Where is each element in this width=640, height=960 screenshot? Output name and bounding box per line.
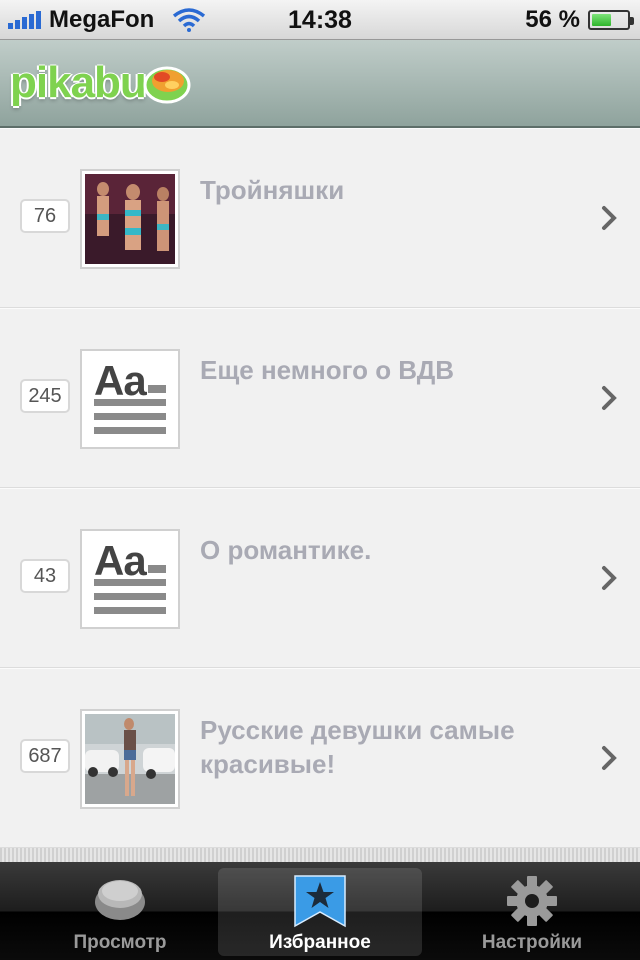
thumbnail-photo [80, 169, 180, 269]
favorites-list[interactable]: 76 Тройняшки 245 Aa Еще немного о ВДВ 43… [0, 128, 640, 850]
chevron-right-icon [602, 206, 617, 230]
battery-icon [588, 10, 634, 30]
bookmark-star-icon [294, 875, 346, 928]
battery-fill [592, 14, 612, 26]
text-icon-line [94, 579, 166, 586]
text-icon-square [148, 565, 166, 573]
item-title: Еще немного о ВДВ [200, 355, 455, 385]
thumbnail-photo [80, 709, 180, 809]
text-icon-line [94, 607, 166, 614]
tab-favorites[interactable]: Избранное [218, 868, 422, 956]
text-icon-line [94, 427, 166, 434]
text-icon-line [94, 413, 166, 420]
chevron-right-icon [602, 386, 617, 410]
chevron-right-icon [602, 566, 617, 590]
text-post-icon: Aa [80, 529, 180, 629]
street-photo-image [85, 714, 175, 804]
chevron-right-icon [602, 746, 617, 770]
battery-percent: 56 % [525, 6, 580, 33]
list-item[interactable]: 76 Тройняшки [0, 128, 640, 308]
women-photo-image [85, 174, 175, 264]
tab-settings[interactable]: Настройки [430, 868, 634, 956]
list-item[interactable]: 43 Aa О романтике. [0, 488, 640, 668]
tab-browse[interactable]: Просмотр [18, 868, 222, 956]
item-title: О романтике. [200, 535, 372, 565]
text-icon-line [94, 593, 166, 600]
gear-icon [507, 876, 557, 926]
item-title: Тройняшки [200, 175, 345, 205]
logo-cookie-icon [143, 66, 191, 104]
item-title: Русские девушки самые красивые! [200, 715, 515, 779]
logo-text: pikabu [10, 58, 147, 107]
status-right: 56 % [525, 6, 634, 34]
text-post-icon: Aa [80, 349, 180, 449]
tab-bar: Просмотр Избранное Настройки [0, 862, 640, 960]
list-bottom-edge [0, 848, 640, 862]
tab-label: Просмотр [73, 932, 167, 953]
text-icon-line [94, 399, 166, 406]
tab-label: Избранное [269, 932, 371, 953]
list-item[interactable]: 245 Aa Еще немного о ВДВ [0, 308, 640, 488]
rating-badge: 687 [20, 739, 70, 773]
cookie-icon [95, 880, 145, 920]
tab-label: Настройки [481, 932, 583, 953]
text-icon-square [148, 385, 166, 393]
status-bar: MegaFon 14:38 56 % [0, 0, 640, 40]
rating-badge: 43 [20, 559, 70, 593]
rating-badge: 76 [20, 199, 70, 233]
text-icon-glyph: Aa [94, 537, 147, 584]
navigation-bar: pikabu [0, 40, 640, 128]
text-icon-glyph: Aa [94, 357, 147, 404]
pikabu-logo: pikabu [10, 58, 192, 108]
rating-badge: 245 [20, 379, 70, 413]
list-item[interactable]: 687 Русские девушки самые красивые! [0, 668, 640, 848]
